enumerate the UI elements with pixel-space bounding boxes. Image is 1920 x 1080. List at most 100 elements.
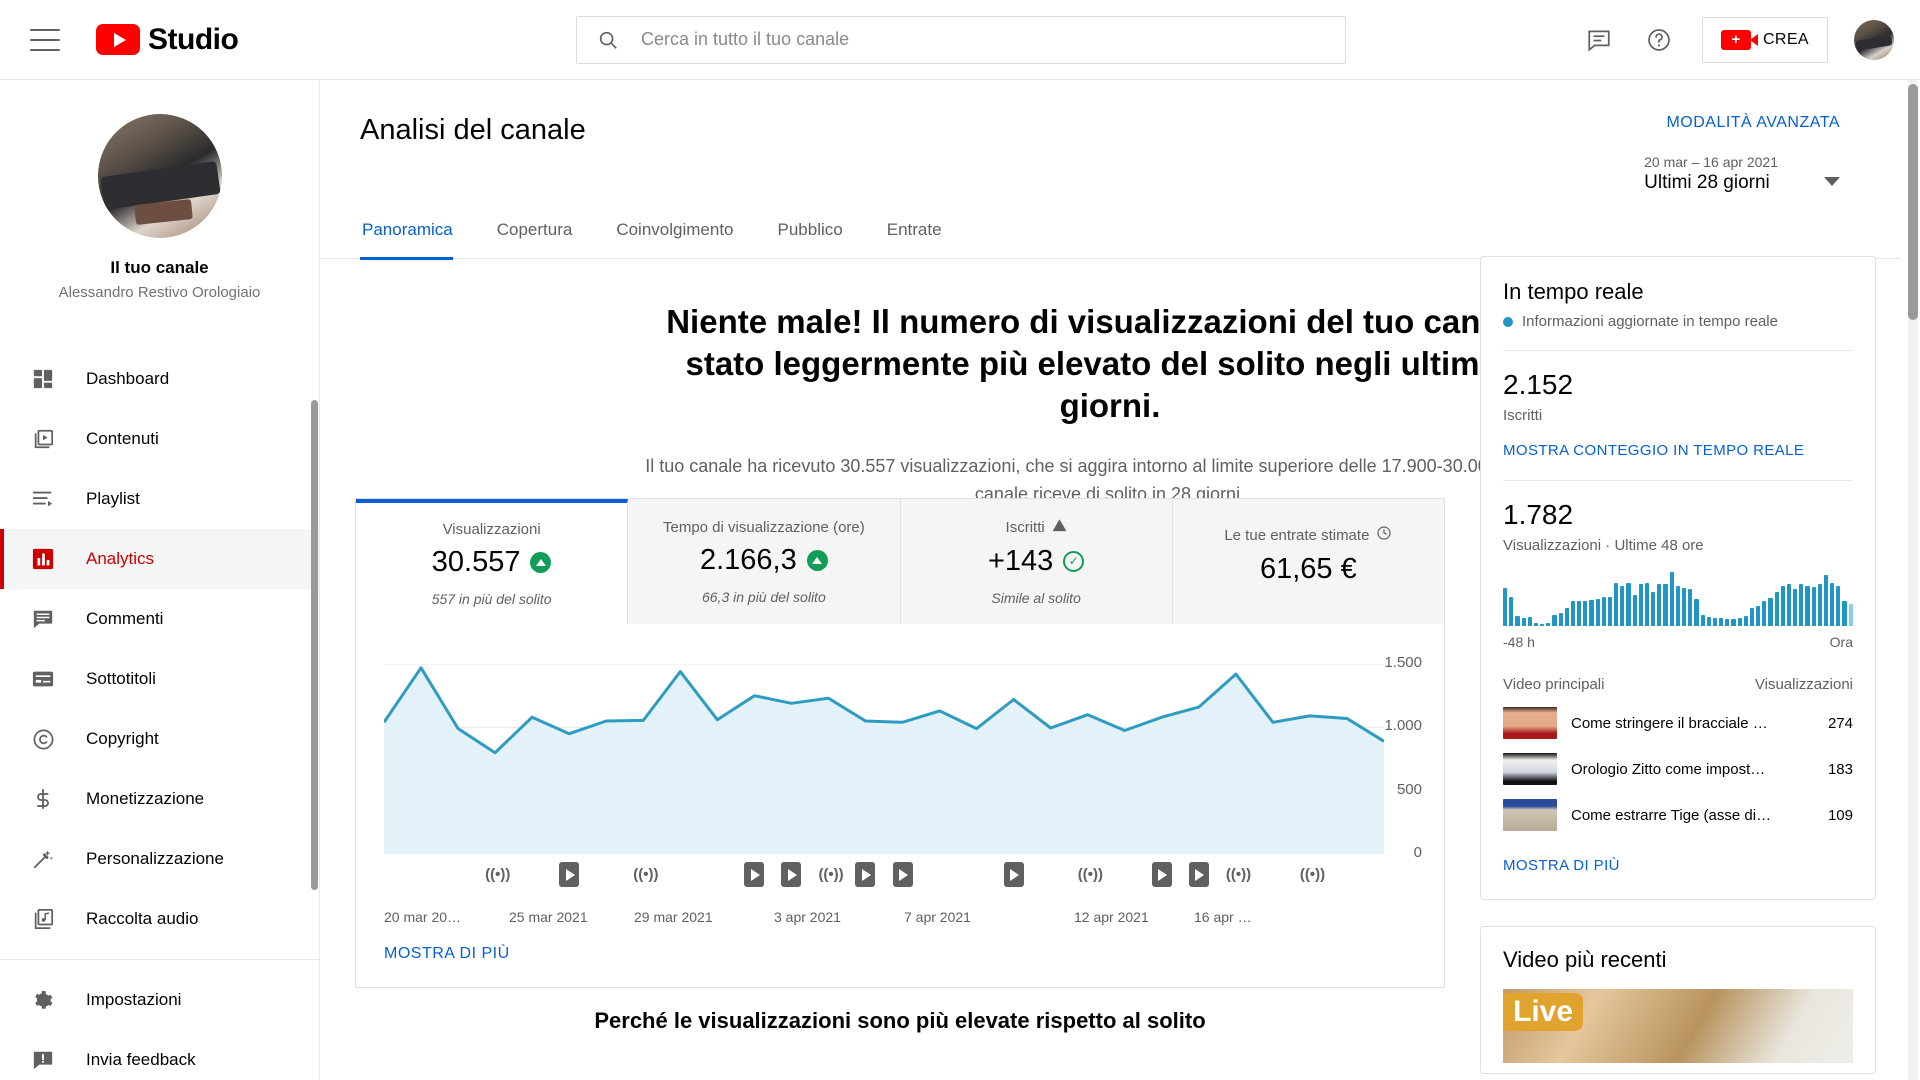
tab-panoramica[interactable]: Panoramica bbox=[360, 220, 475, 260]
sparkline-bar bbox=[1712, 618, 1718, 626]
sidebar-item-label: Impostazioni bbox=[86, 990, 182, 1009]
sidebar-item-commenti[interactable]: Commenti bbox=[0, 589, 319, 649]
list-item[interactable]: Come stringere il bracciale … 274 bbox=[1503, 707, 1853, 739]
help-circle-icon[interactable] bbox=[1642, 23, 1676, 57]
search-box[interactable] bbox=[576, 15, 1346, 64]
event-marker-upload-icon[interactable] bbox=[559, 862, 580, 887]
metric-label-text: Le tue entrate stimate bbox=[1224, 526, 1370, 544]
event-marker-live-icon[interactable]: ((•)) bbox=[818, 862, 843, 887]
realtime-show-more-link[interactable]: MOSTRA DI PIÙ bbox=[1503, 857, 1620, 874]
metric-tabs: Visualizzazioni 30.557 557 in più del so… bbox=[356, 499, 1444, 624]
metric-entrate-stimate[interactable]: Le tue entrate stimate 61,65 € bbox=[1172, 499, 1444, 624]
event-marker-upload-icon[interactable] bbox=[1151, 862, 1172, 887]
chart-x-tick: 16 apr … bbox=[1194, 909, 1252, 925]
metric-label-text: Visualizzazioni bbox=[442, 520, 541, 538]
top-videos-header-left: Video principali bbox=[1503, 676, 1605, 693]
sidebar-item-personalizzazione[interactable]: Personalizzazione bbox=[0, 829, 319, 889]
event-marker-upload-icon[interactable] bbox=[1188, 862, 1209, 887]
sparkline-bar bbox=[1533, 622, 1539, 626]
tab-pubblico[interactable]: Pubblico bbox=[756, 220, 865, 258]
sparkline-bar bbox=[1768, 597, 1773, 626]
sidebar-item-raccolta-audio[interactable]: Raccolta audio bbox=[0, 889, 319, 949]
sidebar-item-dashboard[interactable]: Dashboard bbox=[0, 349, 319, 409]
search-input[interactable] bbox=[619, 16, 1345, 63]
sidebar-item-monetizzazione[interactable]: Monetizzazione bbox=[0, 769, 319, 829]
sparkline-bar bbox=[1836, 585, 1841, 626]
chart-show-more-link[interactable]: MOSTRA DI PIÙ bbox=[384, 945, 510, 963]
chart-x-tick: 29 mar 2021 bbox=[634, 909, 713, 925]
sparkline-bar bbox=[1762, 601, 1767, 626]
list-item[interactable]: Come estrarre Tige (asse di… 109 bbox=[1503, 799, 1853, 831]
sidebar-item-contenuti[interactable]: Contenuti bbox=[0, 409, 319, 469]
metric-label-text: Tempo di visualizzazione (ore) bbox=[662, 518, 865, 536]
tab-entrate[interactable]: Entrate bbox=[865, 220, 964, 258]
divider bbox=[1503, 350, 1853, 351]
metric-label: Le tue entrate stimate bbox=[1224, 525, 1392, 545]
sparkline-bar bbox=[1601, 596, 1606, 626]
channel-avatar[interactable] bbox=[97, 114, 222, 238]
channel-summary: Il tuo canale Alessandro Restivo Orologi… bbox=[0, 80, 319, 323]
event-marker-live-icon[interactable]: ((•)) bbox=[1078, 862, 1103, 887]
recent-video-thumbnail[interactable]: Live bbox=[1503, 989, 1853, 1063]
metric-value: 61,65 € bbox=[1260, 553, 1357, 586]
sidebar-scrollbar[interactable] bbox=[311, 400, 318, 890]
magic-wand-icon bbox=[30, 846, 56, 872]
top-bar: Studio + CREA bbox=[0, 0, 1920, 80]
event-marker-upload-icon[interactable] bbox=[892, 862, 913, 887]
date-range-label: 20 mar – 16 apr 2021 bbox=[1644, 154, 1778, 170]
arrow-up-icon bbox=[530, 551, 552, 573]
studio-logo[interactable]: Studio bbox=[96, 23, 239, 57]
video-camera-icon: + bbox=[1720, 29, 1758, 50]
audio-library-icon bbox=[30, 906, 56, 932]
account-avatar[interactable] bbox=[1854, 19, 1894, 60]
sparkline-bar bbox=[1626, 583, 1631, 626]
sparkline-bar bbox=[1657, 584, 1662, 626]
metric-value-text: 61,65 € bbox=[1259, 553, 1357, 585]
create-button[interactable]: + CREA bbox=[1701, 16, 1828, 63]
sidebar-item-playlist[interactable]: Playlist bbox=[0, 469, 319, 529]
event-marker-upload-icon[interactable] bbox=[781, 862, 802, 887]
event-marker-live-icon[interactable]: ((•)) bbox=[1300, 862, 1325, 887]
views-area-chart[interactable] bbox=[384, 664, 1384, 854]
sparkline-bar bbox=[1780, 585, 1785, 626]
sparkline-bar bbox=[1614, 583, 1619, 626]
date-range-selector[interactable]: 20 mar – 16 apr 2021 Ultimi 28 giorni bbox=[1644, 154, 1840, 194]
sparkline-bar bbox=[1725, 619, 1730, 626]
realtime-subtitle-row: Informazioni aggiornate in tempo reale bbox=[1503, 313, 1853, 330]
sidebar-item-analytics[interactable]: Analytics bbox=[0, 529, 319, 589]
tab-copertura[interactable]: Copertura bbox=[475, 220, 595, 258]
event-marker-upload-icon[interactable] bbox=[744, 862, 765, 887]
sidebar-item-invia-feedback[interactable]: Invia feedback bbox=[0, 1030, 319, 1080]
tab-coinvolgimento[interactable]: Coinvolgimento bbox=[594, 220, 755, 258]
hamburger-icon[interactable] bbox=[30, 28, 60, 51]
page-scrollbar-thumb[interactable] bbox=[1908, 84, 1918, 320]
event-marker-live-icon[interactable]: ((•)) bbox=[633, 862, 658, 887]
realtime-count-link[interactable]: MOSTRA CONTEGGIO IN TEMPO REALE bbox=[1503, 442, 1804, 459]
sidebar-nav: Dashboard Contenuti Playlist Analytics C… bbox=[0, 349, 319, 1080]
sidebar-item-label: Personalizzazione bbox=[86, 849, 224, 868]
metric-value-text: 2.166,3 bbox=[699, 543, 797, 576]
sparkline-bar bbox=[1651, 592, 1656, 626]
sidebar-item-impostazioni[interactable]: Impostazioni bbox=[0, 970, 319, 1030]
list-item[interactable]: Orologio Zitto come impost… 183 bbox=[1503, 753, 1853, 785]
sparkline-bar bbox=[1558, 612, 1563, 626]
comment-icon[interactable] bbox=[1582, 23, 1616, 57]
advanced-mode-button[interactable]: MODALITÀ AVANZATA bbox=[1644, 114, 1840, 132]
metric-visualizzazioni[interactable]: Visualizzazioni 30.557 557 in più del so… bbox=[356, 499, 629, 624]
sparkline-bar bbox=[1509, 596, 1514, 626]
metric-iscritti[interactable]: Iscritti +143 ✓ Simile al solito bbox=[900, 499, 1173, 624]
metric-label: Tempo di visualizzazione (ore) bbox=[663, 519, 865, 536]
event-marker-live-icon[interactable]: ((•)) bbox=[485, 862, 510, 887]
event-marker-upload-icon[interactable] bbox=[855, 862, 876, 887]
sparkline-bar bbox=[1503, 587, 1508, 626]
sparkline-bar bbox=[1632, 594, 1637, 626]
video-thumbnail bbox=[1503, 753, 1557, 785]
metric-tempo-visualizzazione[interactable]: Tempo di visualizzazione (ore) 2.166,3 6… bbox=[628, 499, 901, 624]
event-marker-live-icon[interactable]: ((•)) bbox=[1226, 862, 1251, 887]
sidebar-item-sottotitoli[interactable]: Sottotitoli bbox=[0, 649, 319, 709]
event-marker-upload-icon[interactable] bbox=[1003, 862, 1024, 887]
check-circle-icon: ✓ bbox=[1063, 550, 1085, 572]
analytics-bar-icon bbox=[30, 546, 56, 572]
realtime-subscribers-label: Iscritti bbox=[1503, 407, 1543, 424]
sidebar-item-copyright[interactable]: Copyright bbox=[0, 709, 319, 769]
